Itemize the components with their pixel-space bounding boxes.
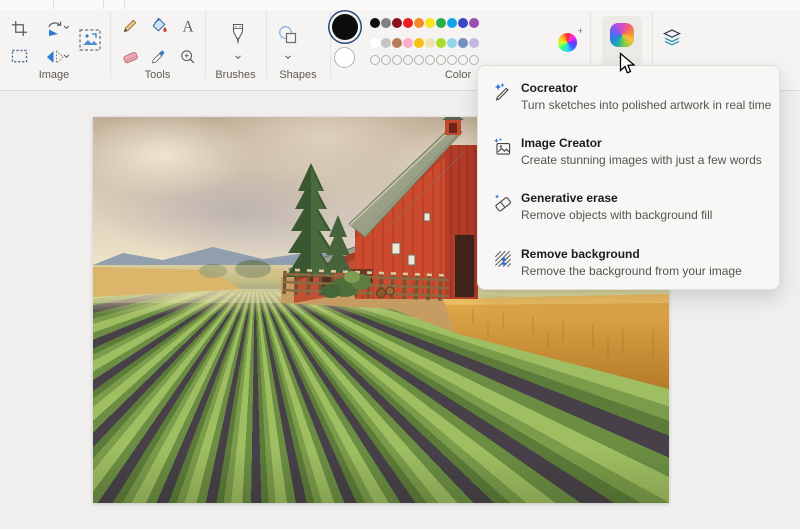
palette-row-3 xyxy=(370,55,479,65)
menu-item-generative-erase[interactable]: Generative erase Remove objects with bac… xyxy=(478,191,779,235)
text-button[interactable]: A xyxy=(177,15,199,37)
eraser-icon xyxy=(121,47,140,66)
flip-button[interactable] xyxy=(40,45,70,69)
custom-color-slot[interactable] xyxy=(425,55,435,65)
color-swatch[interactable] xyxy=(370,38,380,48)
secondary-color-swatch[interactable] xyxy=(334,47,355,68)
fill-button[interactable] xyxy=(147,14,169,36)
menu-item-title: Generative erase xyxy=(521,191,618,205)
custom-color-slot[interactable] xyxy=(447,55,457,65)
color-swatch[interactable] xyxy=(425,38,435,48)
group-label-shapes: Shapes xyxy=(266,69,330,81)
color-picker-button[interactable] xyxy=(147,46,169,68)
color-swatch[interactable] xyxy=(381,18,391,28)
shapes-button[interactable] xyxy=(272,20,304,64)
pencil-button[interactable] xyxy=(119,14,141,36)
shapes-icon xyxy=(277,24,299,46)
color-swatch[interactable] xyxy=(403,18,413,28)
crop-button[interactable] xyxy=(8,17,30,39)
color-swatch[interactable] xyxy=(469,38,479,48)
color-swatch[interactable] xyxy=(469,18,479,28)
custom-color-slot[interactable] xyxy=(414,55,424,65)
chevron-down-icon xyxy=(234,55,242,60)
eraser-button[interactable] xyxy=(119,45,141,67)
menu-item-description: Remove the background from your image xyxy=(521,264,742,278)
menu-item-title: Remove background xyxy=(521,247,640,261)
group-label-image: Image xyxy=(0,69,108,81)
chevron-down-icon xyxy=(63,25,70,30)
chevron-down-icon xyxy=(284,55,292,60)
layers-icon xyxy=(660,26,684,50)
menu-item-remove-background[interactable]: Remove background Remove the background … xyxy=(478,247,779,291)
color-swatch[interactable] xyxy=(381,38,391,48)
custom-color-slot[interactable] xyxy=(370,55,380,65)
resize-button[interactable] xyxy=(76,26,104,54)
color-swatch[interactable] xyxy=(458,18,468,28)
menu-item-description: Turn sketches into polished artwork in r… xyxy=(521,98,771,112)
brush-icon xyxy=(228,22,248,46)
color-swatch[interactable] xyxy=(392,38,402,48)
copilot-icon xyxy=(610,23,634,47)
color-swatch[interactable] xyxy=(425,18,435,28)
brushes-button[interactable] xyxy=(222,20,254,64)
menu-item-image-creator[interactable]: Image Creator Create stunning images wit… xyxy=(478,136,779,180)
menu-item-title: Image Creator xyxy=(521,136,602,150)
color-swatch[interactable] xyxy=(414,38,424,48)
color-swatch[interactable] xyxy=(370,18,380,28)
menu-item-title: Cocreator xyxy=(521,81,578,95)
group-label-brushes: Brushes xyxy=(205,69,266,81)
sparkle-image-icon xyxy=(492,137,514,159)
color-swatch[interactable] xyxy=(458,38,468,48)
color-swatch[interactable] xyxy=(436,38,446,48)
color-swatch[interactable] xyxy=(447,38,457,48)
custom-color-slot[interactable] xyxy=(436,55,446,65)
color-swatch[interactable] xyxy=(436,18,446,28)
text-icon: A xyxy=(179,17,197,35)
rotate-icon xyxy=(46,19,64,37)
color-swatch[interactable] xyxy=(392,18,402,28)
layers-button[interactable] xyxy=(658,24,686,52)
eyedropper-icon xyxy=(149,48,167,66)
color-swatch[interactable] xyxy=(403,38,413,48)
primary-color-swatch[interactable] xyxy=(332,14,358,40)
flip-icon xyxy=(46,49,64,65)
color-swatch[interactable] xyxy=(414,18,424,28)
magnifier-icon xyxy=(179,48,197,66)
remove-background-icon xyxy=(492,248,514,270)
paint-window: Image A Tools Brushes xyxy=(0,0,800,529)
custom-color-slot[interactable] xyxy=(458,55,468,65)
palette-row-1 xyxy=(370,18,479,28)
select-button[interactable] xyxy=(8,45,30,67)
copilot-dropdown-menu: Cocreator Turn sketches into polished ar… xyxy=(477,65,780,290)
magnifier-button[interactable] xyxy=(177,46,199,68)
menu-item-description: Create stunning images with just a few w… xyxy=(521,153,762,167)
crop-icon xyxy=(11,20,28,37)
fill-bucket-icon xyxy=(149,16,168,35)
color-swatch[interactable] xyxy=(447,18,457,28)
menu-item-description: Remove objects with background fill xyxy=(521,208,712,222)
custom-color-slot[interactable] xyxy=(469,55,479,65)
chevron-down-icon xyxy=(63,54,70,59)
custom-color-slot[interactable] xyxy=(392,55,402,65)
menu-item-cocreator[interactable]: Cocreator Turn sketches into polished ar… xyxy=(478,81,779,125)
sparkle-pencil-icon xyxy=(492,82,514,104)
custom-color-slot[interactable] xyxy=(403,55,413,65)
resize-image-icon xyxy=(78,28,102,52)
svg-text:A: A xyxy=(182,18,193,35)
select-marquee-icon xyxy=(11,49,28,64)
custom-color-slot[interactable] xyxy=(381,55,391,65)
edit-colors-button[interactable] xyxy=(558,33,577,52)
ribbon-top-strip xyxy=(0,0,800,10)
group-label-tools: Tools xyxy=(110,69,205,81)
pencil-icon xyxy=(121,16,140,35)
palette-row-2 xyxy=(370,38,479,48)
rotate-button[interactable] xyxy=(40,16,70,40)
mouse-cursor xyxy=(619,52,637,78)
sparkle-eraser-icon xyxy=(492,192,514,214)
